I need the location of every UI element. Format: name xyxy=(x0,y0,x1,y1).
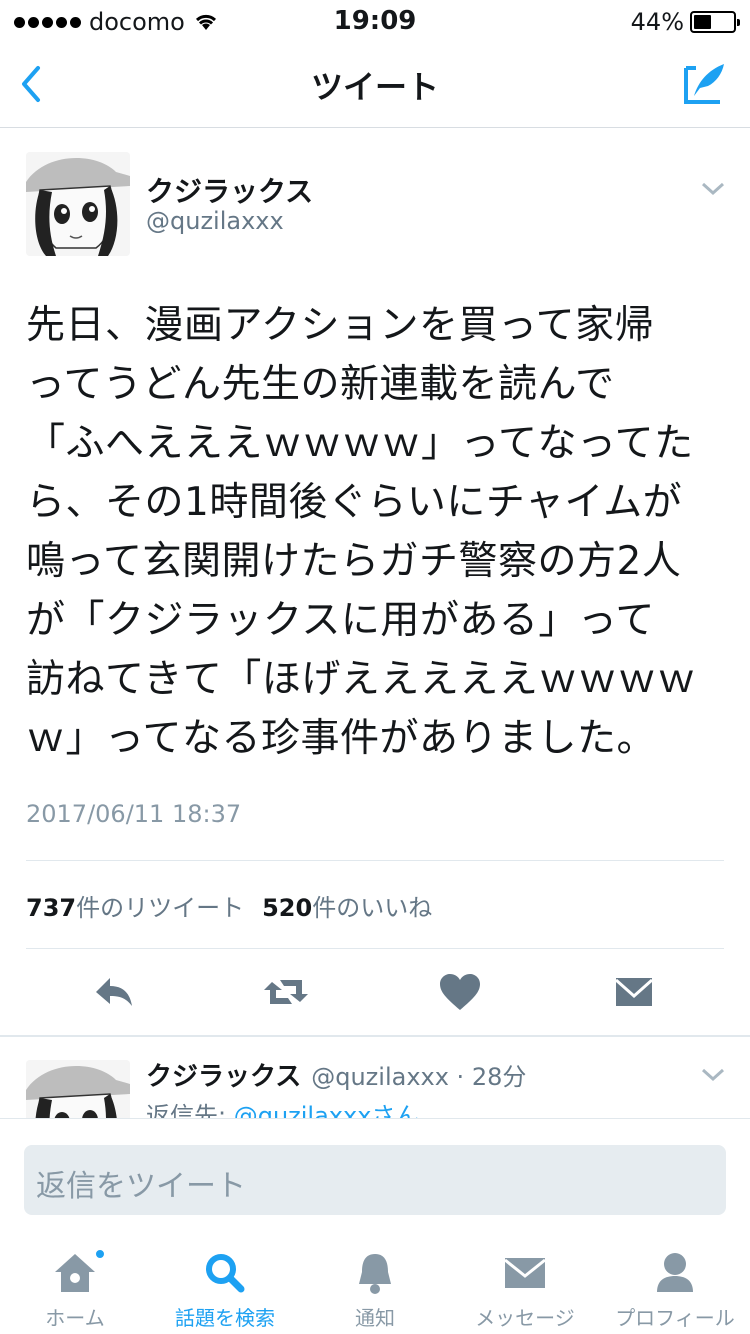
tweet-line: 「ふへえええｗｗｗｗ」ってなってた xyxy=(26,421,694,466)
author-handle[interactable]: @quzilaxxx xyxy=(146,207,284,235)
tweet-line: 鳴って玄関開けたらガチ警察の方2人 xyxy=(26,539,682,584)
navigation-bar: ツイート xyxy=(0,40,750,128)
like-icon[interactable] xyxy=(436,968,484,1016)
battery-percent: 44% xyxy=(630,8,684,36)
tweet-line: が「クジラックスに用がある」って xyxy=(26,598,655,643)
retweet-stat[interactable]: 737件のリツイート xyxy=(26,888,244,923)
divider xyxy=(26,948,724,949)
compose-tweet-icon[interactable] xyxy=(682,60,728,106)
author-name[interactable]: クジラックス xyxy=(146,170,313,210)
search-icon xyxy=(206,1254,245,1293)
like-label: 件のいいね xyxy=(312,894,433,922)
envelope-icon xyxy=(504,1258,546,1288)
tab-label: 話題を検索 xyxy=(175,1306,275,1330)
reply-icon[interactable] xyxy=(90,968,138,1016)
tab-home[interactable]: ホーム xyxy=(0,1240,150,1334)
retweet-label: 件のリツイート xyxy=(76,894,245,922)
chevron-down-icon[interactable] xyxy=(700,1066,726,1084)
tab-messages[interactable]: メッセージ xyxy=(450,1240,600,1334)
avatar[interactable] xyxy=(26,1060,130,1118)
person-icon xyxy=(657,1253,693,1292)
reply-input[interactable]: 返信をツイート xyxy=(24,1145,726,1215)
thread-separator xyxy=(0,1035,750,1037)
tweet-text: 先日、漫画アクションを買って家帰 ってうどん先生の新連載を読んで 「ふへえええｗ… xyxy=(26,296,726,768)
tab-search[interactable]: 話題を検索 xyxy=(150,1240,300,1334)
tab-label: 通知 xyxy=(355,1306,395,1330)
like-count: 520 xyxy=(262,894,313,922)
tab-profile[interactable]: プロフィール xyxy=(600,1240,750,1334)
tab-bar: ホーム 話題を検索 通知 メッセージ プロフィール xyxy=(0,1240,750,1334)
tweet-line: 先日、漫画アクションを買って家帰 xyxy=(26,303,655,348)
direct-message-icon[interactable] xyxy=(610,968,658,1016)
bell-icon xyxy=(359,1254,391,1294)
tab-label: メッセージ xyxy=(475,1306,575,1330)
reply-to: 返信先: @quzilaxxxさん xyxy=(146,1096,419,1120)
notification-dot xyxy=(94,1248,106,1260)
page-title: ツイート xyxy=(310,68,439,106)
retweet-count: 737 xyxy=(26,894,77,922)
divider xyxy=(26,860,724,861)
tweet-line: ｗ」ってなる珍事件がありました。 xyxy=(26,716,657,761)
tab-label: ホーム xyxy=(45,1306,105,1330)
reply-handle-time: @quzilaxxx · 28分 xyxy=(311,1063,527,1091)
tweet-line: 訪ねてきて「ほげえええええｗｗｗｗ xyxy=(26,657,697,702)
avatar-illustration xyxy=(26,1060,130,1118)
tweet-stats: 737件のリツイート 520件のいいね xyxy=(26,888,432,923)
like-stat[interactable]: 520件のいいね xyxy=(262,888,432,923)
tab-label: プロフィール xyxy=(615,1306,735,1330)
reply-author-name[interactable]: クジラックス xyxy=(146,1056,301,1093)
avatar[interactable] xyxy=(26,152,130,256)
avatar-illustration xyxy=(26,152,130,256)
retweet-icon[interactable] xyxy=(262,968,310,1016)
tweet-timestamp: 2017/06/11 18:37 xyxy=(26,800,242,828)
reply-composer-bar: 返信をツイート xyxy=(0,1118,750,1240)
tab-notifications[interactable]: 通知 xyxy=(300,1240,450,1334)
home-icon xyxy=(55,1254,95,1292)
chevron-down-icon[interactable] xyxy=(700,180,726,198)
battery-info: 44% xyxy=(630,8,740,36)
status-bar: docomo 19:09 44% xyxy=(0,0,750,40)
reply-header[interactable]: クジラックス @quzilaxxx · 28分 xyxy=(146,1056,526,1093)
battery-icon xyxy=(690,11,740,33)
tweet-line: ってうどん先生の新連載を読んで xyxy=(26,362,615,407)
tweet-line: ら、その1時間後ぐらいにチャイムが xyxy=(26,480,683,525)
